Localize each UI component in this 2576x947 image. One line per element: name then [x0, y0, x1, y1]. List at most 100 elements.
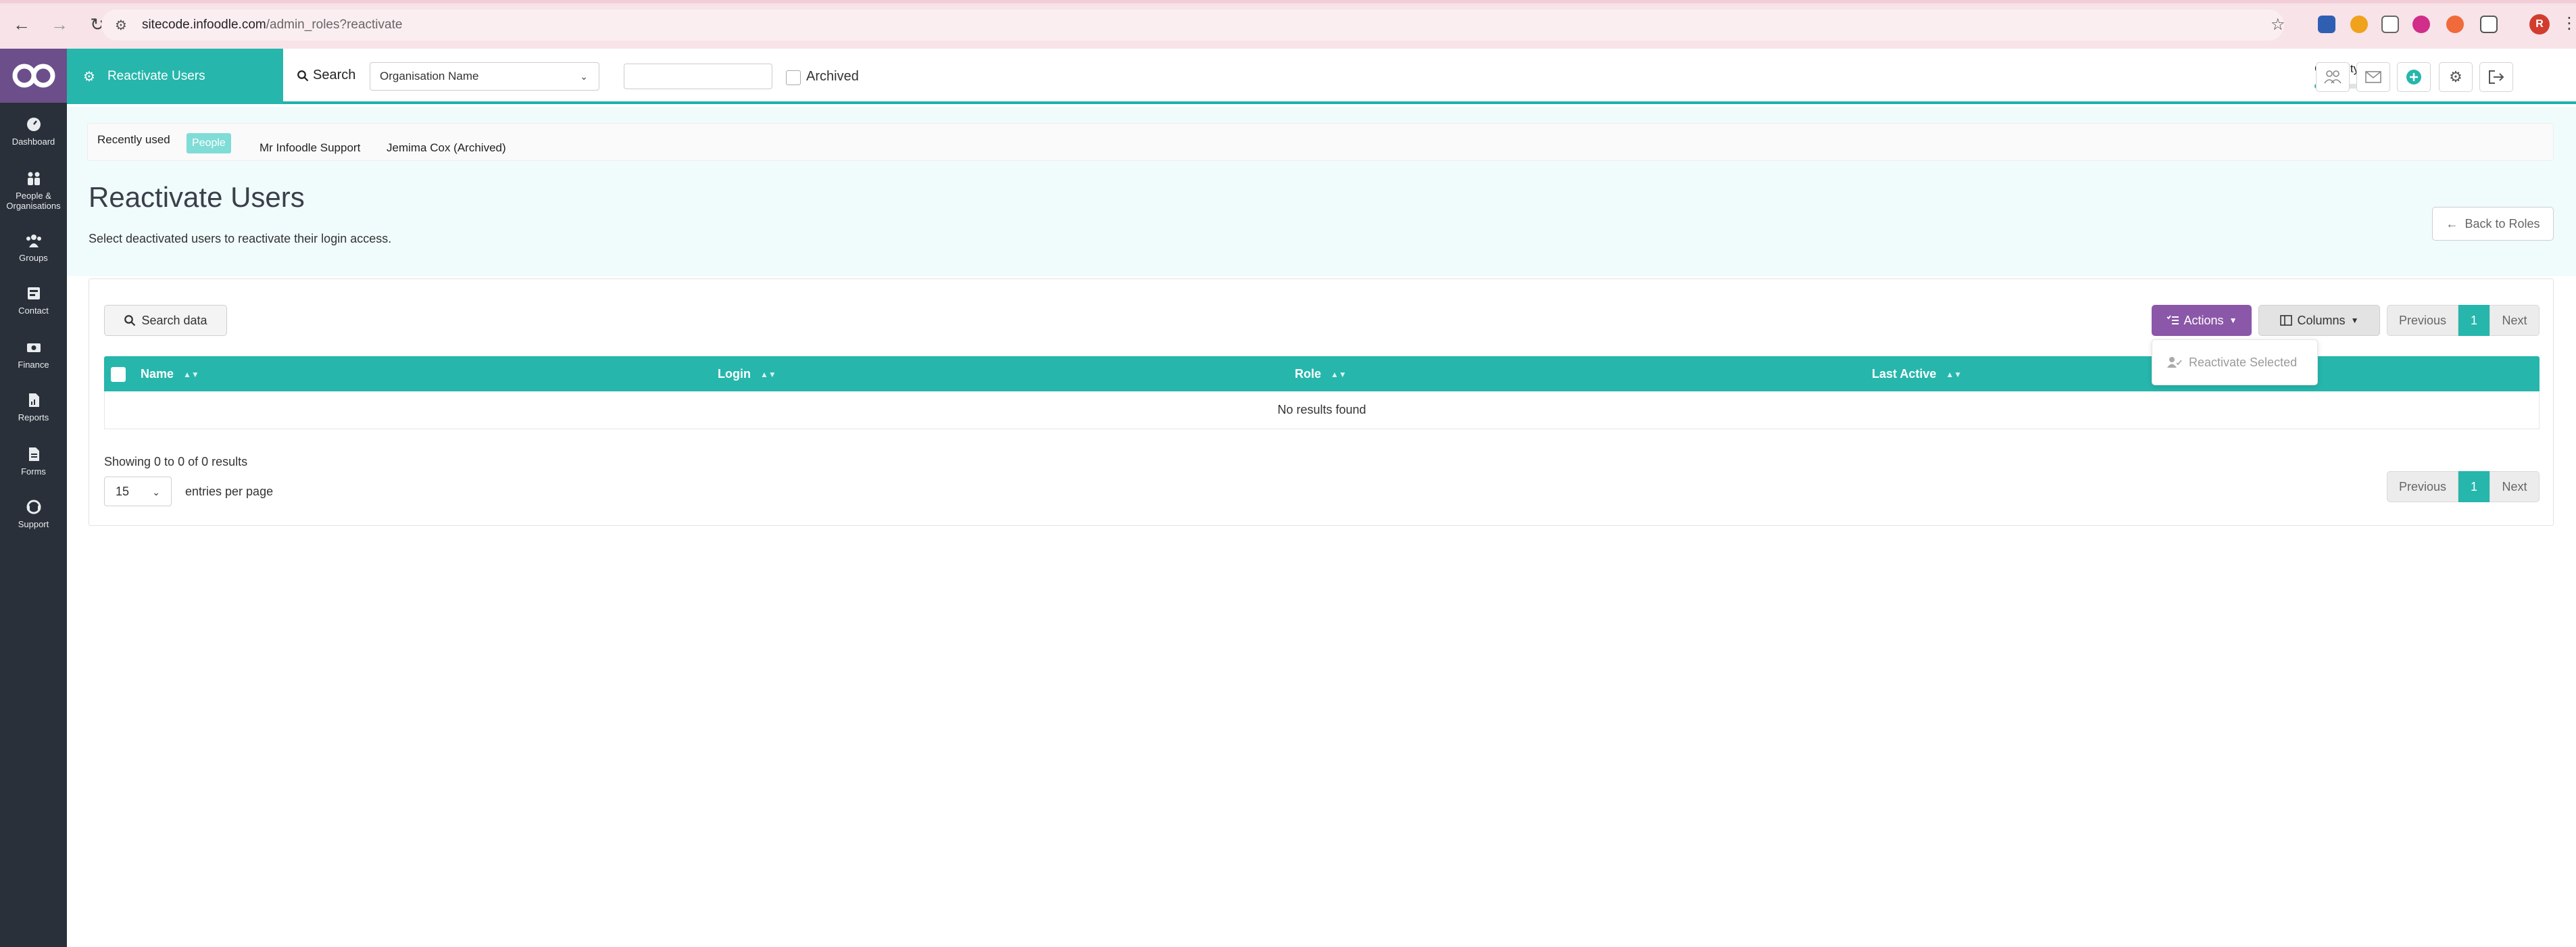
page-number-button[interactable]: 1	[2458, 305, 2490, 336]
arrow-left-icon: ←	[2446, 216, 2458, 230]
users-button[interactable]	[2316, 62, 2350, 92]
site-settings-icon[interactable]: ⚙	[115, 17, 127, 34]
next-page-button[interactable]: Next	[2490, 305, 2540, 336]
sort-icon: ▲▼	[1946, 369, 1962, 379]
current-page-tab[interactable]: ⚙ Reactivate Users	[67, 49, 283, 104]
infoodle-logo[interactable]	[0, 49, 67, 103]
main-content: Recently used People Mr Infoodle Support…	[67, 107, 2576, 947]
next-page-button[interactable]: Next	[2490, 471, 2540, 502]
extension-icon[interactable]	[2318, 16, 2335, 33]
column-header-name[interactable]: Name ▲▼	[141, 367, 199, 381]
extensions-puzzle-icon[interactable]	[2480, 16, 2498, 33]
sort-icon: ▲▼	[1331, 369, 1347, 379]
support-icon	[26, 500, 41, 514]
forward-arrow-icon[interactable]: →	[43, 8, 76, 41]
sidebar-item-label: Finance	[18, 360, 49, 370]
sidebar-item-label: Contact	[18, 306, 49, 316]
column-header-label: Last Active	[1872, 367, 1937, 381]
gear-icon: ⚙	[83, 69, 95, 84]
people-icon	[27, 172, 40, 185]
logout-icon	[2489, 70, 2504, 84]
column-header-last-active[interactable]: Last Active ▲▼	[1872, 367, 1962, 381]
search-type-select[interactable]: Organisation Name ⌄	[370, 62, 599, 91]
page-header-area: Recently used People Mr Infoodle Support…	[67, 107, 2576, 276]
sidebar-item-contact[interactable]: Contact	[0, 285, 67, 316]
sidebar-item-people[interactable]: People & Organisations	[0, 170, 67, 211]
search-data-label: Search data	[141, 313, 207, 327]
dashboard-icon	[26, 118, 41, 131]
back-arrow-icon[interactable]: ←	[5, 8, 38, 41]
sidebar-item-label: Dashboard	[11, 137, 55, 147]
column-header-role[interactable]: Role ▲▼	[1295, 367, 1347, 381]
previous-page-button[interactable]: Previous	[2387, 471, 2458, 502]
results-summary: Showing 0 to 0 of 0 results	[104, 455, 248, 468]
chevron-down-icon: ⌄	[580, 71, 588, 82]
columns-button[interactable]: Columns ▼	[2258, 305, 2380, 336]
address-bar[interactable]: ⚙ sitecode.infoodle.com/admin_roles?reac…	[101, 9, 2284, 41]
page-subtitle: Select deactivated users to reactivate t…	[89, 232, 392, 245]
extension-icon[interactable]	[2446, 16, 2464, 33]
recently-used-bar: Recently used People Mr Infoodle Support…	[87, 123, 2554, 161]
page-tab-label: Reactivate Users	[107, 69, 205, 83]
empty-table-row: No results found	[104, 391, 2540, 429]
settings-button[interactable]: ⚙	[2439, 62, 2473, 92]
logout-button[interactable]	[2479, 62, 2513, 92]
sort-icon: ▲▼	[760, 369, 776, 379]
search-label[interactable]: Search	[297, 68, 355, 83]
archived-checkbox[interactable]	[786, 70, 801, 85]
recent-people-chip[interactable]: People	[187, 133, 231, 153]
actions-button[interactable]: Actions ▼	[2152, 305, 2252, 336]
select-all-checkbox[interactable]	[111, 367, 126, 382]
url-host: sitecode.infoodle.com	[141, 18, 266, 32]
sidebar-item-label: Groups	[19, 253, 48, 263]
column-header-label: Name	[141, 367, 174, 381]
reactivate-selected-menu-item[interactable]: Reactivate Selected	[2167, 356, 2297, 370]
url-path: /admin_roles?reactivate	[266, 18, 403, 32]
extension-icon[interactable]	[2412, 16, 2430, 33]
recent-link[interactable]: Mr Infoodle Support	[259, 141, 360, 155]
bookmark-star-icon[interactable]: ☆	[2271, 15, 2285, 34]
sidebar-item-groups[interactable]: Groups	[0, 233, 67, 263]
previous-page-button[interactable]: Previous	[2387, 305, 2458, 336]
browser-menu-icon[interactable]: ⋮	[2561, 14, 2576, 33]
back-to-roles-button[interactable]: ← Back to Roles	[2432, 207, 2554, 241]
mail-button[interactable]	[2356, 62, 2390, 92]
sidebar-item-support[interactable]: Support	[0, 499, 67, 529]
search-icon	[297, 70, 309, 81]
back-to-roles-label: Back to Roles	[2464, 216, 2540, 230]
app-header: ⚙ Reactivate Users Search Organisation N…	[67, 49, 2576, 104]
camera-extension-icon[interactable]	[2381, 16, 2399, 33]
column-header-login[interactable]: Login ▲▼	[718, 367, 776, 381]
reports-icon	[28, 393, 39, 407]
search-input[interactable]	[624, 64, 772, 89]
extension-icon[interactable]	[2350, 16, 2368, 33]
sidebar-item-reports[interactable]: Reports	[0, 392, 67, 422]
entries-per-page-label: entries per page	[185, 485, 274, 498]
search-icon	[124, 315, 136, 326]
profile-avatar[interactable]: R	[2529, 14, 2550, 34]
entries-per-page-value: 15	[116, 484, 130, 498]
sidebar-item-forms[interactable]: Forms	[0, 446, 67, 477]
sidebar-item-finance[interactable]: Finance	[0, 339, 67, 370]
list-check-icon	[2166, 315, 2179, 324]
sidebar-item-label: Reports	[18, 412, 49, 422]
recently-used-label: Recently used	[97, 133, 170, 146]
sidebar-item-dashboard[interactable]: Dashboard	[0, 116, 67, 147]
chevron-down-icon: ⌄	[152, 487, 160, 497]
sort-icon: ▲▼	[183, 369, 199, 379]
entries-per-page-select[interactable]: 15 ⌄	[104, 477, 172, 506]
recent-link[interactable]: Jemima Cox (Archived)	[387, 141, 506, 155]
pagination-top: Previous 1 Next	[2387, 305, 2540, 336]
search-label-text: Search	[313, 68, 356, 82]
search-data-button[interactable]: Search data	[104, 305, 227, 336]
gears-icon: ⚙	[2449, 68, 2462, 85]
browser-toolbar: ← → ↻ ⚙ sitecode.infoodle.com/admin_role…	[0, 0, 2576, 49]
add-button[interactable]	[2397, 62, 2431, 92]
search-type-value: Organisation Name	[380, 70, 479, 82]
columns-label: Columns	[2297, 313, 2346, 327]
sidebar: Dashboard People & Organisations Groups …	[0, 49, 67, 947]
users-icon	[2324, 70, 2342, 84]
actions-dropdown-menu: Reactivate Selected	[2152, 339, 2318, 385]
page-number-button[interactable]: 1	[2458, 471, 2490, 502]
sidebar-item-label: Support	[18, 519, 49, 529]
